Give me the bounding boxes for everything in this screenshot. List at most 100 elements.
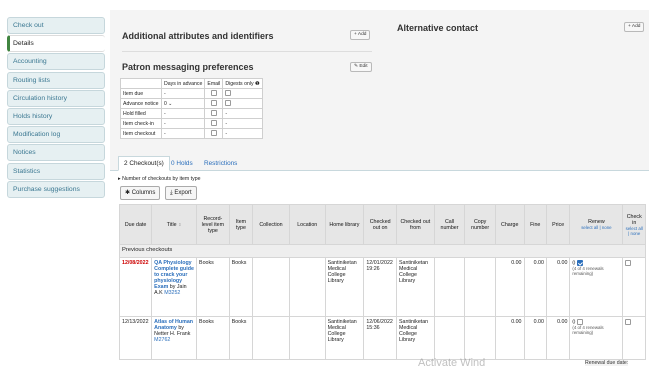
- due-date-cell: 12/08/2022: [118, 257, 153, 317]
- days-select[interactable]: 0 ⌄: [164, 101, 172, 107]
- msg-row-digest: -: [222, 108, 263, 119]
- columns-button[interactable]: ✱ Columns: [120, 186, 161, 200]
- sidebar-item-purchase-suggestions[interactable]: Purchase suggestions: [7, 180, 105, 198]
- col-checked-out-from[interactable]: Checked out from: [395, 204, 435, 245]
- msg-header-digests: Digests only ❶: [222, 78, 263, 89]
- export-button[interactable]: ⤓ Export: [165, 186, 197, 200]
- sidebar-item-check-out[interactable]: Check out: [7, 17, 105, 34]
- msg-row: Item due -: [120, 88, 263, 99]
- record-type-cell: Books: [196, 316, 230, 360]
- digest-checkbox[interactable]: [225, 90, 232, 97]
- renewal-due-date-label: Renewal due date:: [585, 360, 629, 366]
- col-item-type[interactable]: Item type: [228, 204, 254, 245]
- sidebar-item-notices[interactable]: Notices: [7, 144, 105, 162]
- renew-cell: 0 (4 of 4 renewals remaining): [569, 257, 624, 317]
- checkout-tabs: 2 Checkout(s) 0 Holds Restrictions: [110, 156, 649, 171]
- fine-cell: 0.00: [523, 316, 547, 360]
- email-checkbox[interactable]: [210, 100, 217, 107]
- msg-row-name: Item checkout: [120, 128, 162, 139]
- tab-holds[interactable]: 0 Holds: [165, 156, 199, 171]
- checked-out-on-cell: 12/01/2022 19:26: [363, 257, 397, 317]
- email-checkbox[interactable]: [210, 120, 217, 127]
- col-check-in: Check in select all | none: [622, 204, 646, 245]
- col-price[interactable]: Price: [545, 204, 571, 245]
- main-content: Additional attributes and identifiers + …: [110, 10, 649, 381]
- msg-row-days: -: [160, 108, 206, 119]
- email-checkbox[interactable]: [210, 130, 217, 137]
- msg-row-digest: [222, 98, 263, 109]
- sidebar-item-accounting[interactable]: Accounting: [7, 53, 105, 71]
- email-checkbox[interactable]: [210, 110, 217, 117]
- col-title[interactable]: Title ⇕: [151, 204, 198, 245]
- edit-messaging-button[interactable]: ✎ Edit: [350, 62, 372, 72]
- chevron-down-icon: ⌄: [168, 100, 173, 107]
- sidebar-item-circulation-history[interactable]: Circulation history: [7, 89, 105, 107]
- email-checkbox[interactable]: [210, 90, 217, 97]
- table-row: 12/13/2022 Atlas of Human Anatomy by Net…: [118, 316, 646, 360]
- home-library-cell: Santiniketan Medical College Library: [324, 257, 365, 317]
- tab-restrictions[interactable]: Restrictions: [198, 156, 243, 171]
- checkouts-by-type-toggle[interactable]: ▸ Number of checkouts by item type: [118, 176, 201, 182]
- col-copy-number[interactable]: Copy number: [464, 204, 496, 245]
- checkin-checkbox[interactable]: [625, 319, 632, 325]
- renew-checkbox[interactable]: [576, 260, 583, 266]
- col-fine[interactable]: Fine: [523, 204, 547, 245]
- msg-row-days[interactable]: 0 ⌄: [160, 98, 206, 109]
- renew-checkbox[interactable]: [576, 319, 583, 325]
- sidebar-item-modification-log[interactable]: Modification log: [7, 126, 105, 144]
- sidebar-item-routing-lists[interactable]: Routing lists: [7, 71, 105, 89]
- sidebar-item-statistics[interactable]: Statistics: [7, 162, 105, 180]
- checkin-checkbox[interactable]: [625, 260, 632, 266]
- msg-row-days: -: [160, 88, 206, 99]
- checked-out-from-cell: Santiniketan Medical College Library: [395, 257, 435, 317]
- msg-row: Item check-in - -: [120, 118, 263, 129]
- msg-row-digest: -: [222, 118, 263, 129]
- col-record-type[interactable]: Record-level item type: [196, 204, 230, 245]
- checkin-select-all-link[interactable]: select all | none: [625, 226, 643, 236]
- msg-row-name: Item check-in: [120, 118, 162, 129]
- patron-sidebar: Check out Details Accounting Routing lis…: [7, 17, 105, 199]
- sidebar-item-holds-history[interactable]: Holds history: [7, 107, 105, 125]
- price-cell: 0.00: [545, 257, 571, 317]
- checkouts-table: Due date Title ⇕ Record-level item type …: [118, 204, 646, 360]
- col-call-number[interactable]: Call number: [433, 204, 466, 245]
- callnumber-link[interactable]: M2762: [154, 337, 170, 343]
- col-location[interactable]: Location: [288, 204, 326, 245]
- messaging-title: Patron messaging preferences: [122, 62, 254, 72]
- group-label: Previous checkouts: [119, 244, 646, 258]
- title-cell: Atlas of Human Anatomy by Netter H. Fran…: [151, 316, 198, 360]
- messaging-table: Days in advance Email Digests only ❶ Ite…: [120, 78, 263, 139]
- record-type-cell: Books: [196, 257, 230, 317]
- download-icon: ⤓: [170, 190, 173, 196]
- col-charge[interactable]: Charge: [494, 204, 525, 245]
- renewals-remaining: (4 of 4 renewals remaining): [572, 266, 604, 277]
- add-attributes-button[interactable]: + Add: [350, 30, 371, 40]
- col-home-library[interactable]: Home library: [324, 204, 365, 245]
- checkin-cell: [622, 257, 646, 317]
- callnumber-link[interactable]: M3252: [164, 290, 180, 296]
- col-checked-out-on[interactable]: Checked out on: [363, 204, 397, 245]
- table-row: 12/08/2022 QA Physiology Complete guide …: [118, 257, 646, 317]
- price-cell: 0.00: [545, 316, 571, 360]
- checkouts-panel: ▸ Number of checkouts by item type ✱ Col…: [110, 171, 649, 381]
- sidebar-item-details[interactable]: Details: [7, 35, 105, 53]
- checkin-cell: [622, 316, 646, 360]
- location-cell: [288, 316, 326, 360]
- fine-cell: 0.00: [523, 257, 547, 317]
- add-alt-contact-button[interactable]: + Add: [624, 22, 645, 32]
- msg-row-name: Advance notice: [120, 98, 162, 109]
- msg-row-days: -: [160, 118, 206, 129]
- checkin-header-label: Check in: [626, 213, 642, 226]
- msg-row: Advance notice 0 ⌄: [120, 98, 263, 109]
- title-link[interactable]: Atlas of Human Anatomy: [154, 319, 193, 331]
- col-due-date[interactable]: Due date: [118, 204, 153, 245]
- msg-row-digest: [222, 88, 263, 99]
- title-cell: QA Physiology Complete guide to crack yo…: [151, 257, 198, 317]
- tab-checkouts[interactable]: 2 Checkout(s): [118, 156, 170, 171]
- renew-select-all-link[interactable]: select all | none: [572, 225, 620, 230]
- col-collection[interactable]: Collection: [252, 204, 290, 245]
- digest-checkbox[interactable]: [225, 100, 232, 107]
- collection-cell: [252, 316, 290, 360]
- attributes-title: Additional attributes and identifiers: [122, 31, 274, 41]
- item-type-cell: Books: [228, 257, 254, 317]
